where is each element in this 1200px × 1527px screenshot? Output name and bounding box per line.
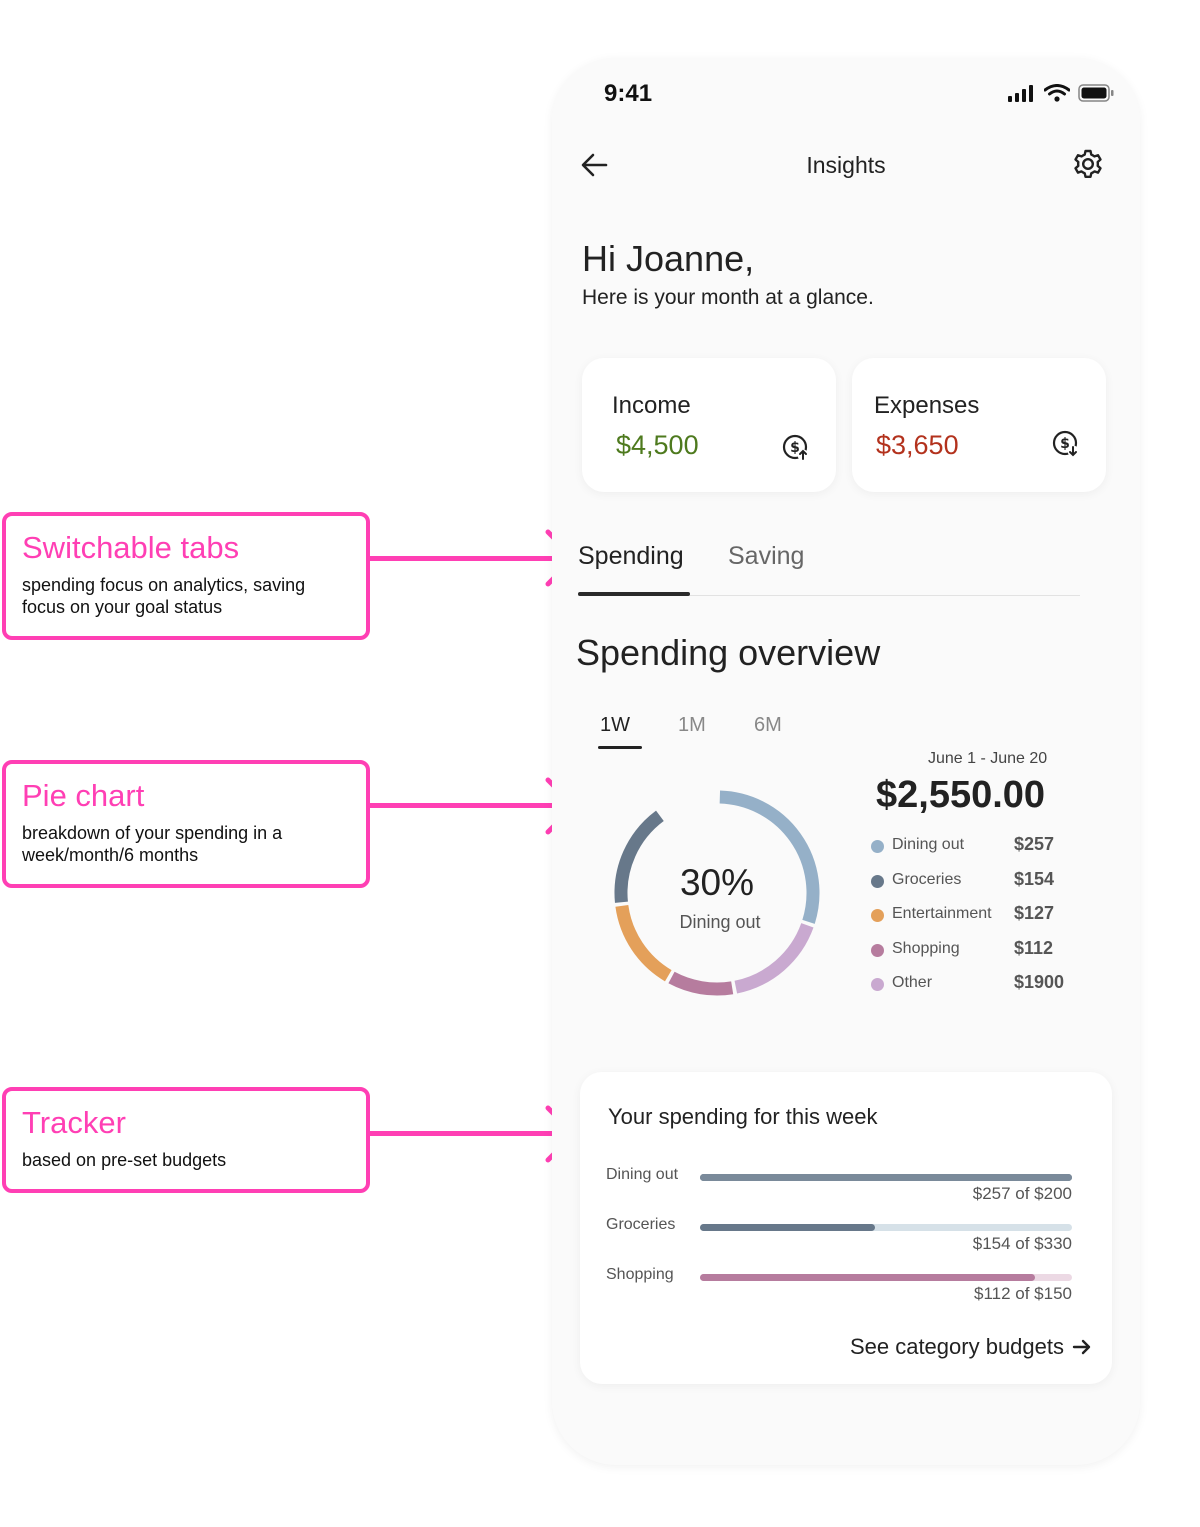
legend-value: $112 (1014, 937, 1054, 958)
see-category-budgets-label: See category budgets (849, 1334, 1064, 1359)
legend-label: Shopping (892, 939, 960, 957)
annotation-connector (370, 803, 570, 808)
total-spending: $2,550.00 (876, 774, 1046, 816)
spending-overview-title: Spending overview (576, 632, 881, 673)
tracker-track (700, 1274, 1072, 1281)
tracker-amount: $112 of $150 (974, 1284, 1072, 1303)
income-value: $4,500 (616, 430, 699, 460)
status-icons (1008, 84, 1114, 102)
period-1m[interactable]: 1M (678, 714, 706, 737)
tracker-row-groceries: Groceries $154 of $330 (606, 1216, 1086, 1264)
legend-label: Groceries (892, 870, 962, 888)
tracker-fill (700, 1274, 1035, 1281)
tab-spending[interactable]: Spending (578, 542, 684, 571)
active-period-indicator (598, 746, 642, 749)
see-category-budgets-link[interactable]: See category budgets (850, 1334, 1092, 1360)
page-title: Insights (806, 152, 886, 178)
annotation-pie-chart: Pie chart breakdown of your spending in … (2, 760, 370, 888)
phone-screen: 9:41 Insights Hi Joanne, Here is your mo… (552, 58, 1140, 1465)
tab-bar: Spending Saving (578, 536, 1080, 596)
chart-legend: Dining out $257 Groceries $154 Entertain… (870, 834, 1080, 1007)
weekly-tracker-card: Your spending for this week Dining out $… (580, 1072, 1112, 1384)
income-card[interactable]: Income $4,500 $ (582, 358, 836, 492)
wifi-icon (1044, 84, 1070, 102)
legend-label: Other (892, 974, 933, 991)
legend-item: Dining out $257 (870, 834, 1080, 869)
annotation-title: Tracker (22, 1105, 126, 1140)
legend-item: Other $1900 (870, 972, 1080, 1007)
legend-value: $257 (1014, 834, 1055, 854)
active-tab-indicator (578, 592, 690, 596)
annotation-description: spending focus on analytics, saving focu… (22, 575, 306, 617)
period-selector: 1W 1M 6M (598, 714, 818, 750)
legend-dot (871, 978, 884, 991)
tracker-fill (700, 1174, 1072, 1181)
annotation-title: Switchable tabs (22, 530, 240, 565)
battery-icon (1078, 84, 1114, 102)
expenses-label: Expenses (874, 392, 980, 419)
dollar-coin-up-icon: $ (782, 434, 809, 461)
period-1w[interactable]: 1W (600, 714, 630, 737)
annotation-connector (370, 556, 570, 561)
status-time: 9:41 (604, 80, 653, 107)
legend-item: Entertainment $127 (870, 903, 1080, 938)
greeting-title: Hi Joanne, (582, 238, 755, 279)
income-label: Income (612, 392, 691, 419)
arrow-right-icon (1072, 1339, 1091, 1355)
tab-saving[interactable]: Saving (728, 542, 804, 571)
annotation-description: based on pre-set budgets (22, 1150, 227, 1170)
annotation-switchable-tabs: Switchable tabs spending focus on analyt… (2, 512, 370, 640)
legend-item: Shopping $112 (870, 938, 1080, 973)
signal-icon (1008, 85, 1033, 102)
expenses-card[interactable]: Expenses $3,650 $ (852, 358, 1106, 492)
donut-center-percent: 30% (679, 862, 755, 903)
tracker-track (700, 1174, 1072, 1181)
legend-dot (871, 943, 884, 957)
legend-value: $1900 (1014, 972, 1065, 992)
tracker-label: Groceries (606, 1216, 676, 1233)
expenses-value: $3,650 (876, 430, 959, 460)
donut-center-label: Dining out (679, 912, 761, 932)
donut-slice-other (734, 923, 814, 994)
dollar-coin-down-icon: $ (1052, 430, 1079, 457)
annotation-title: Pie chart (22, 778, 145, 813)
legend-dot (871, 909, 884, 922)
annotation-tracker: Tracker based on pre-set budgets (2, 1087, 370, 1193)
legend-label: Dining out (892, 836, 965, 853)
tracker-row-shopping: Shopping $112 of $150 (606, 1266, 1086, 1314)
tracker-fill (700, 1224, 875, 1231)
status-bar: 9:41 (552, 58, 1140, 128)
legend-dot (871, 840, 884, 853)
tracker-amount: $257 of $200 (972, 1184, 1072, 1203)
legend-item: Groceries $154 (870, 869, 1080, 904)
legend-value: $127 (1014, 903, 1055, 923)
annotation-connector (370, 1131, 570, 1136)
tracker-label: Dining out (606, 1166, 679, 1183)
greeting-subtitle: Here is your month at a glance. (582, 286, 874, 309)
date-range: June 1 - June 20 (928, 750, 1048, 767)
donut-chart: 30% Dining out (612, 788, 822, 998)
tracker-row-dining-out: Dining out $257 of $200 (606, 1166, 1086, 1214)
tracker-label: Shopping (606, 1266, 674, 1283)
gear-icon[interactable] (1070, 146, 1106, 182)
legend-dot (871, 874, 884, 888)
legend-value: $154 (1014, 868, 1055, 889)
donut-slice-shopping (668, 971, 734, 996)
tracker-amount: $154 of $330 (972, 1234, 1072, 1253)
tracker-track (700, 1224, 1072, 1231)
annotation-description: breakdown of your spending in a week/mon… (22, 823, 283, 865)
legend-label: Entertainment (892, 905, 992, 922)
top-nav: Insights (552, 138, 1140, 194)
period-6m[interactable]: 6M (754, 714, 782, 737)
weekly-tracker-title: Your spending for this week (608, 1104, 878, 1129)
